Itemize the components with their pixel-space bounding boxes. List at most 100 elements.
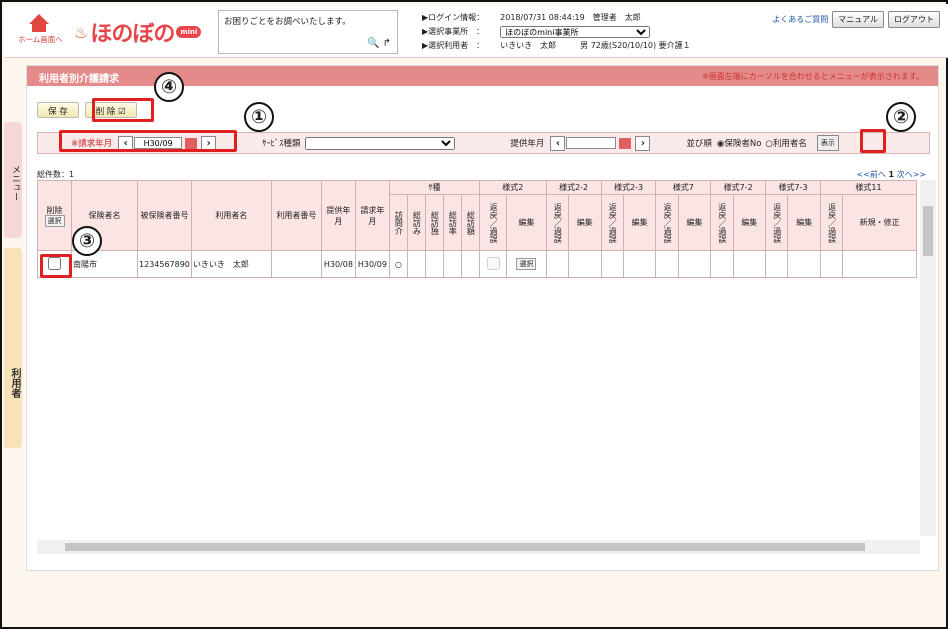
provide-month-label: 提供年月 [510,139,545,149]
logo-badge: mini [176,26,202,38]
new-edit: 新規・修正 [842,194,917,251]
user-value: いきいき 太郎 男 72歳(S20/10/10) 要介護１ [500,41,691,50]
side-user-tab[interactable]: 利用者 [4,248,22,448]
home-icon [29,14,49,24]
kind-3: 総訪率 [448,210,458,235]
save-button[interactable]: 保 存 [37,102,79,118]
calendar-icon-2[interactable] [619,137,632,149]
sort-radio-insurer[interactable]: ◉保険者No [717,137,761,149]
back-6: 返戻／過誤 [827,202,837,243]
col-kind: ｻ種 [388,180,480,195]
office-select[interactable]: ほのぼのmini事業所 [500,26,651,38]
side-menu-tab[interactable]: メニュー [4,122,22,238]
edit-5: 編集 [787,194,821,251]
home-icon-body [32,24,46,32]
callout-number-2: ② [886,102,916,132]
col-form-4: 様式7-2 [710,180,767,195]
show-button[interactable]: 表示 [816,135,839,151]
pager-page: 1 [888,170,895,179]
col-claim: 請求年月 [354,180,390,251]
session-info: ▶ ログイン情報： 2018/07/31 08:44:19 管理者 太郎 ▶ 選択… [422,11,691,53]
col-name: 利用者名 [190,180,272,251]
col-provide: 提供年月 [320,180,356,251]
vertical-scrollbar[interactable] [920,180,936,536]
logo-text: ほのぼの [90,22,175,47]
provide-next-button[interactable]: › [635,135,651,151]
help-text: お困りごとをお調べいたします。 [224,17,351,27]
col-form-5: 様式7-3 [765,180,821,195]
sort-radio-name[interactable]: ○利用者名 [765,137,806,149]
col-form-3: 様式7 [655,180,712,195]
header: ホーム画面へ ♨ ほのぼの mini お困りごとをお調べいたします。 🔍 ↱ ▶… [4,4,948,58]
sort-label: 並び順 [686,139,712,149]
search-icon[interactable]: 🔍 ↱ [367,38,391,49]
back-4: 返戻／過誤 [717,202,727,243]
edit-4: 編集 [732,194,767,251]
user-label: 選択利用者 ： [428,41,485,50]
row-select-button[interactable]: 選択 [516,258,537,270]
provide-prev-button[interactable]: ‹ [550,135,566,151]
row-userno [270,250,322,278]
back-5: 返戻／過誤 [772,202,782,243]
pager-next[interactable]: 次へ>> [897,170,926,179]
office-label: 選択事業所 ： [428,27,485,36]
callout-box-2 [860,129,886,153]
help-search-box[interactable]: お困りごとをお調べいたします。 🔍 ↱ [218,10,398,54]
window-frame: ホーム画面へ ♨ ほのぼの mini お困りごとをお調べいたします。 🔍 ↱ ▶… [0,0,948,629]
vertical-scroll-thumb[interactable] [923,206,933,256]
row-back-checkbox [486,256,500,270]
provide-month-input[interactable] [566,137,617,149]
col-form-6: 様式11 [820,180,917,195]
row-name: いきいき 太郎 [190,250,272,278]
col-form-1: 様式2-2 [545,180,602,195]
callout-number-1: ① [244,102,274,132]
pager: <<前へ 1 次へ>> [857,169,926,180]
col-userno: 利用者番号 [270,180,322,251]
edit-1: 編集 [567,194,602,251]
kind-4: 総訪額 [466,210,476,235]
logout-button[interactable]: ログアウト [888,11,940,28]
top-links: よくあるご質問 マニュアル ログアウト [772,11,940,28]
kind-0: 訪問介 [394,210,404,235]
pager-prev[interactable]: <<前へ [857,170,886,179]
horizontal-scroll-thumb[interactable] [65,543,865,551]
row-claim: H30/09 [354,250,390,278]
back-3: 返戻／過誤 [663,202,673,243]
callout-box-1 [59,130,237,152]
login-label: ログイン情報： [428,13,485,22]
total-count: 総件数：1 [37,170,75,179]
logo-deco-icon: ♨ [74,22,89,42]
kind-1: 総訪み [412,210,422,235]
back-0: 返戻／過誤 [489,202,499,243]
callout-number-4: ④ [154,72,184,102]
edit-2: 編集 [622,194,657,251]
service-type-label: ｻｰﾋﾞｽ種類 [262,139,301,149]
edit-3: 編集 [677,194,712,251]
row-provide: H30/08 [320,250,356,278]
home-button[interactable]: ホーム画面へ [18,12,63,52]
callout-box-4 [92,98,154,122]
select-all-button[interactable]: 選択 [44,215,65,227]
faq-link[interactable]: よくあるご質問 [772,14,828,25]
col-form-0: 様式2 [478,180,547,195]
callout-box-3 [40,254,72,278]
back-1: 返戻／過誤 [553,202,563,243]
service-type-select[interactable] [305,136,456,150]
page-note: ※画面左端にカーソルを合わせるとメニューが表示されます。 [702,72,924,81]
table-row: 南陽市 1234567890 いきいき 太郎 H30/08 H30/09 ○ 選… [37,250,917,278]
logo: ♨ ほのぼの mini [74,16,202,48]
callout-number-3: ③ [72,226,102,256]
col-form-2: 様式2-3 [600,180,657,195]
horizontal-scrollbar[interactable] [37,540,920,554]
claims-table: 削除 選択 保険者名 被保険者番号 利用者名 利用者番号 提供年月 請求年月 ｻ種… [37,180,917,278]
manual-button[interactable]: マニュアル [832,11,884,28]
login-value: 2018/07/31 08:44:19 管理者 太郎 [500,13,641,22]
col-delete: 削除 選択 [37,180,72,251]
kind-2: 総訪独 [430,210,440,235]
edit-0: 編集 [506,194,547,251]
row-insured-no: 1234567890 [137,250,192,278]
home-label: ホーム画面へ [18,35,63,44]
page-title: 利用者別介護請求 [39,74,119,85]
col-insured-no: 被保険者番号 [137,180,192,251]
back-2: 返戻／過誤 [608,202,618,243]
